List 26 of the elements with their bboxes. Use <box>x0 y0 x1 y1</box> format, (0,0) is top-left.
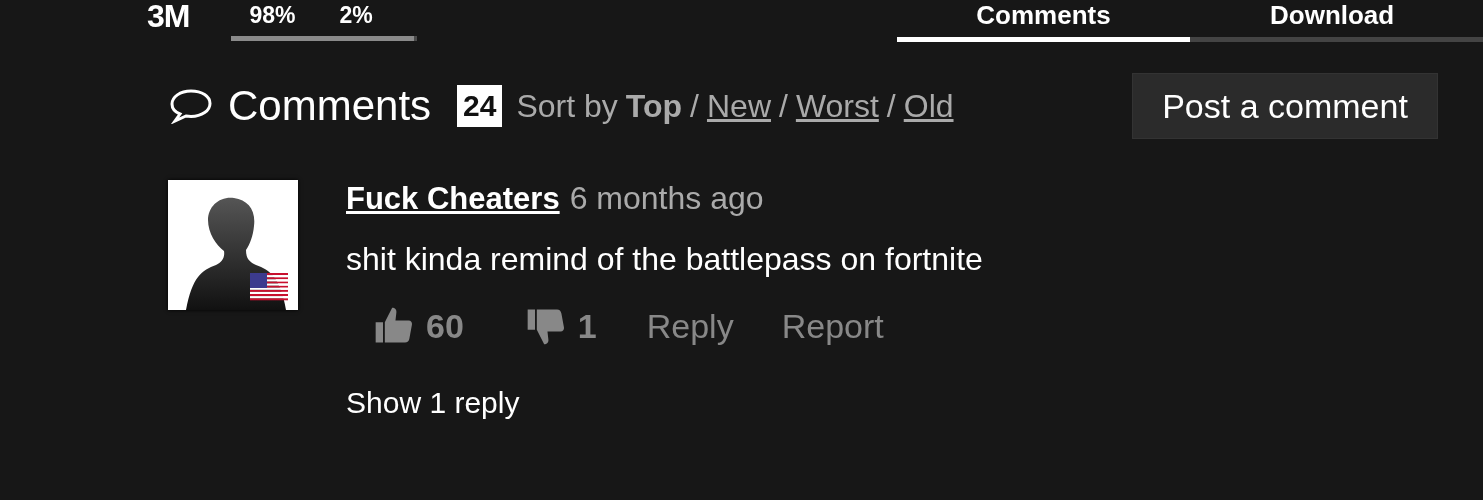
sort-link[interactable]: New <box>706 87 771 125</box>
sort-link[interactable]: Top <box>625 87 683 125</box>
action-link[interactable]: Reply <box>646 306 734 346</box>
speech-bubble-icon <box>168 88 214 124</box>
comment-count: 24 <box>457 85 503 127</box>
show-replies-link[interactable]: Show 1 reply <box>346 386 983 420</box>
author-link[interactable]: Fuck Cheaters <box>346 181 560 217</box>
views-count: 3M <box>147 0 190 32</box>
tab[interactable]: Download <box>1190 0 1483 42</box>
likes-percent: 98% <box>249 1 296 30</box>
comment-time: 6 months ago <box>569 180 764 217</box>
sort-link[interactable]: Old <box>903 87 954 125</box>
section-title: Comments <box>228 82 432 130</box>
sort-link[interactable]: Worst <box>795 87 879 125</box>
tab[interactable]: Comments <box>897 0 1190 42</box>
comment-text: shit kinda remind of the battlepass on fortnite <box>346 241 983 278</box>
like-button[interactable]: 60 <box>372 304 464 348</box>
flag-icon <box>250 273 288 302</box>
sort-label: Sort by <box>516 87 618 125</box>
post-comment-button[interactable]: Post a comment <box>1132 73 1438 139</box>
dislike-button[interactable]: 1 <box>523 304 597 348</box>
dislikes-percent: 2% <box>339 1 373 30</box>
separator: / <box>690 87 699 125</box>
separator: / <box>779 87 788 125</box>
separator: / <box>886 87 896 125</box>
action-link[interactable]: Report <box>781 306 884 346</box>
